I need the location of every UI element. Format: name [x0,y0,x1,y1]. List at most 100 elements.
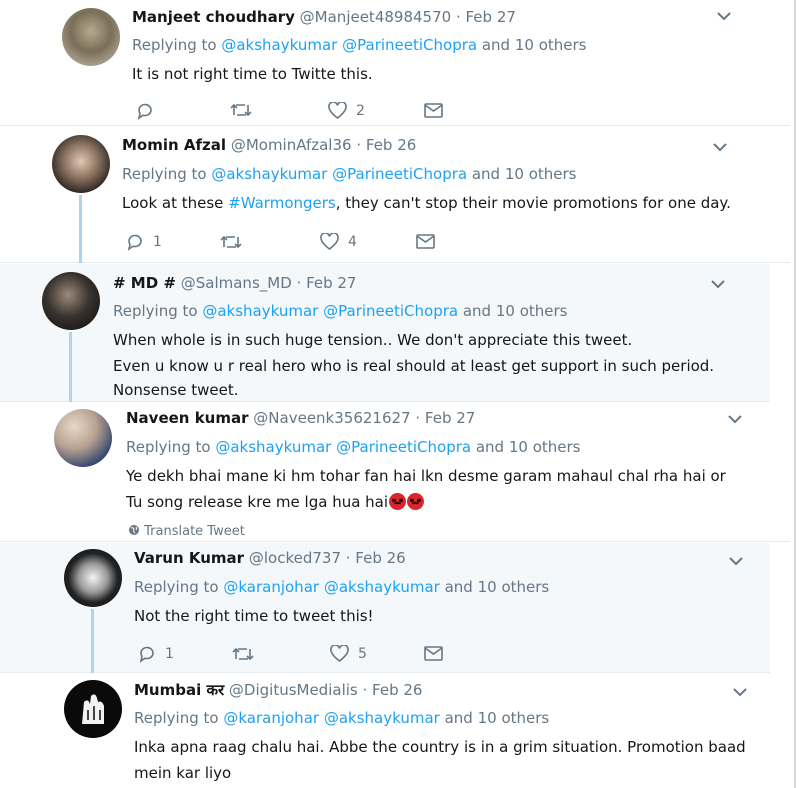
author-name[interactable]: Momin Afzal [122,136,226,154]
tweet-date[interactable]: · Feb 26 [356,136,416,154]
envelope-icon [416,234,435,249]
author-name[interactable]: Varun Kumar [134,549,244,567]
mention-link[interactable]: @akshaykumar [221,36,337,54]
chevron-down-icon[interactable] [710,278,726,290]
tweet-date[interactable]: · Feb 27 [456,8,516,26]
mention-link[interactable]: @akshaykumar [215,438,331,456]
replying-to: Replying to @karanjohar @akshaykumar and… [134,709,550,727]
tweet-card[interactable]: Varun Kumar @locked737 · Feb 26 Replying… [0,543,770,673]
mention-link[interactable]: @ParineetiChopra [332,165,467,183]
retweet-button[interactable] [232,646,254,662]
avatar[interactable] [64,680,122,738]
reply-icon [127,234,142,251]
tweet-text-line: Tu song release kre me lga hua hai [126,493,425,511]
tweet-text: Not the right time to tweet this! [134,607,374,625]
retweet-button[interactable] [230,102,252,118]
mention-link[interactable]: @ParineetiChopra [342,36,477,54]
heart-icon [328,102,347,119]
angry-emoji-icon [389,493,407,510]
retweet-icon [220,235,242,249]
mention-link[interactable]: @ParineetiChopra [336,438,471,456]
like-button[interactable]: 4 [320,233,357,250]
angry-emoji-icon [407,493,425,510]
heart-icon [320,233,339,250]
reply-button[interactable]: 1 [126,233,162,251]
mention-link[interactable]: @karanjohar [223,578,319,596]
author-handle[interactable]: @DigitusMedialis [229,681,358,699]
replying-to: Replying to @karanjohar @akshaykumar and… [134,578,550,596]
replying-to: Replying to @akshaykumar @ParineetiChopr… [132,36,587,54]
tweet-header: Varun Kumar @locked737 · Feb 26 [134,549,406,567]
reply-icon [137,103,152,120]
tweet-text: It is not right time to Twitte this. [132,65,373,83]
mention-link[interactable]: @akshaykumar [211,165,327,183]
author-handle[interactable]: @Naveenk35621627 [253,409,410,427]
tweet-card[interactable]: Mumbai कर @DigitusMedialis · Feb 26 Repl… [0,674,790,788]
envelope-icon [424,103,443,118]
tweet-date[interactable]: · Feb 26 [363,681,423,699]
thread-line [69,332,72,402]
globe-icon [129,525,139,535]
chevron-down-icon[interactable] [727,413,743,425]
thread-line [79,195,82,263]
like-button[interactable]: 2 [328,102,365,119]
author-name[interactable]: Naveen kumar [126,409,249,427]
tweet-header: Manjeet choudhary @Manjeet48984570 · Feb… [132,8,516,26]
mention-link[interactable]: @akshaykumar [324,578,440,596]
author-handle[interactable]: @locked737 [249,549,341,567]
tweet-header: Mumbai कर @DigitusMedialis · Feb 26 [134,680,422,700]
retweet-icon [232,647,254,661]
reply-icon [139,646,154,663]
tweet-text-line: mein kar liyo [134,764,232,782]
avatar-graphic [82,694,104,724]
dm-button[interactable] [424,646,443,661]
chevron-down-icon[interactable] [712,141,728,153]
tweet-card[interactable]: # MD # @Salmans_MD · Feb 27 Replying to … [0,264,770,402]
mention-link[interactable]: @karanjohar [223,709,319,727]
author-handle[interactable]: @MominAfzal36 [231,136,352,154]
avatar[interactable] [52,135,110,193]
translate-tweet-link[interactable]: Translate Tweet [128,524,245,539]
tweet-card[interactable]: Naveen kumar @Naveenk35621627 · Feb 27 R… [0,403,790,542]
chevron-down-icon[interactable] [728,555,744,567]
tweet-header: Naveen kumar @Naveenk35621627 · Feb 27 [126,409,475,427]
tweet-text: Look at these #Warmongers, they can't st… [122,194,731,212]
reply-button[interactable]: 1 [138,645,174,663]
tweet-card[interactable]: Manjeet choudhary @Manjeet48984570 · Feb… [0,0,790,126]
like-button[interactable]: 5 [330,645,367,662]
mention-link[interactable]: @ParineetiChopra [323,302,458,320]
tweet-date[interactable]: · Feb 27 [415,409,475,427]
retweet-icon [230,103,252,117]
avatar[interactable] [62,8,120,66]
envelope-icon [424,646,443,661]
hashtag-link[interactable]: #Warmongers [228,194,336,212]
author-name[interactable]: Manjeet choudhary [132,8,295,26]
tweet-card[interactable]: Momin Afzal @MominAfzal36 · Feb 26 Reply… [0,127,790,263]
tweet-date[interactable]: · Feb 26 [346,549,406,567]
tweet-date[interactable]: · Feb 27 [297,274,357,292]
heart-icon [330,645,349,662]
timeline-border [794,0,796,788]
tweet-text-line: Nonsense tweet. [113,381,239,399]
author-name[interactable]: Mumbai कर [134,681,224,699]
avatar[interactable] [42,272,100,330]
chevron-down-icon[interactable] [732,686,748,698]
avatar[interactable] [64,549,122,607]
replying-to: Replying to @akshaykumar @ParineetiChopr… [122,165,577,183]
mention-link[interactable]: @akshaykumar [202,302,318,320]
tweet-text-line: When whole is in such huge tension.. We … [113,331,633,349]
mention-link[interactable]: @akshaykumar [324,709,440,727]
avatar[interactable] [54,409,112,467]
dm-button[interactable] [416,234,435,249]
chevron-down-icon[interactable] [716,10,732,22]
tweet-header: Momin Afzal @MominAfzal36 · Feb 26 [122,136,416,154]
author-name[interactable]: # MD # [113,274,176,292]
tweet-text-line: Even u know u r real hero who is real sh… [113,357,715,375]
author-handle[interactable]: @Salmans_MD [181,274,292,292]
dm-button[interactable] [424,103,443,118]
author-handle[interactable]: @Manjeet48984570 [300,8,452,26]
tweet-header: # MD # @Salmans_MD · Feb 27 [113,274,356,292]
retweet-button[interactable] [220,234,242,250]
reply-button[interactable] [136,102,163,120]
tweet-text-line: Ye dekh bhai mane ki hm tohar fan hai lk… [126,467,726,485]
